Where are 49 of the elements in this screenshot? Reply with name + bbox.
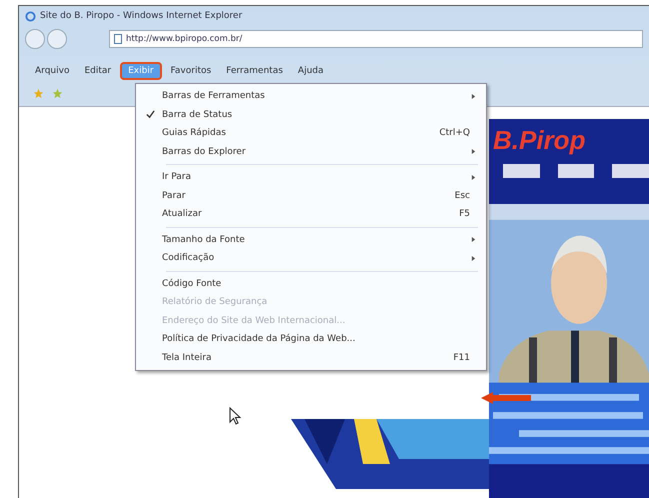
menu-option[interactable]: Tamanho da Fonte bbox=[138, 230, 484, 249]
menu-item[interactable]: Favoritos bbox=[164, 64, 218, 78]
add-favorite-icon[interactable] bbox=[52, 88, 63, 98]
checkmark-icon bbox=[146, 110, 154, 120]
submenu-arrow-icon bbox=[471, 148, 476, 156]
menu-option-label: Codificação bbox=[162, 253, 216, 264]
menu-item[interactable]: Ajuda bbox=[292, 64, 330, 78]
site-logo: B.Pirop bbox=[493, 125, 586, 155]
shortcut-label: F11 bbox=[453, 352, 470, 363]
menu-option-label: Política de Privacidade da Página da Web... bbox=[162, 334, 356, 344]
menu-option[interactable]: Ir Para bbox=[138, 168, 484, 186]
shortcut-label: F5 bbox=[459, 209, 470, 220]
submenu-arrow-icon bbox=[471, 254, 476, 262]
menu-option-label: Ir Para bbox=[162, 172, 192, 182]
menu-item[interactable]: Editar bbox=[78, 64, 118, 78]
menu-option[interactable]: Código Fonte bbox=[138, 274, 484, 293]
browser-logo-icon bbox=[25, 10, 36, 22]
address-field[interactable]: http://www.bpiropo.com.br/ bbox=[109, 30, 643, 48]
shortcut-label: Ctrl+Q bbox=[439, 128, 470, 138]
menu-item[interactable]: Ferramentas bbox=[220, 64, 289, 78]
window-title: Site do B. Piropo - Windows Internet Explorer bbox=[40, 11, 242, 21]
menu-option-label: Barras do Explorer bbox=[162, 146, 247, 157]
site-nav-button[interactable] bbox=[558, 164, 594, 178]
shortcut-label: Esc bbox=[454, 190, 470, 201]
menu-option[interactable]: Barra de Status bbox=[138, 106, 484, 124]
submenu-arrow-icon bbox=[471, 174, 476, 181]
menu-option-label: Código Fonte bbox=[162, 278, 222, 289]
mouse-cursor-icon bbox=[229, 407, 241, 425]
menu-option-label: Barra de Status bbox=[162, 110, 234, 120]
menu-option[interactable]: Parar Esc bbox=[138, 186, 484, 205]
menu-option[interactable]: Tela Inteira F11 bbox=[138, 348, 484, 367]
menu-option[interactable]: Política de Privacidade da Página da Web... bbox=[138, 330, 484, 348]
menu-option-label: Parar bbox=[162, 190, 186, 201]
submenu-arrow-icon bbox=[471, 92, 476, 100]
page-icon bbox=[114, 34, 122, 44]
menu-option-label: Tamanho da Fonte bbox=[162, 234, 246, 245]
menu-option-label: Relatório de Segurança bbox=[162, 297, 268, 308]
menu-option[interactable]: Guias Rápidas Ctrl+Q bbox=[138, 124, 484, 142]
menu-option-label: Barras de Ferramentas bbox=[162, 91, 266, 102]
back-button[interactable] bbox=[25, 29, 45, 49]
menu-option[interactable]: Barras de Ferramentas bbox=[138, 87, 484, 106]
star-icon[interactable] bbox=[33, 88, 44, 98]
submenu-arrow-icon bbox=[471, 236, 476, 244]
menu-option-label: Atualizar bbox=[162, 209, 203, 220]
menu-option-label: Endereço do Site da Web Internacional... bbox=[162, 316, 346, 326]
menu-item[interactable]: Arquivo bbox=[29, 64, 76, 78]
menu-option-label: Tela Inteira bbox=[162, 352, 213, 363]
forward-button[interactable] bbox=[47, 29, 67, 49]
menu-option-label: Guias Rápidas bbox=[162, 128, 227, 138]
